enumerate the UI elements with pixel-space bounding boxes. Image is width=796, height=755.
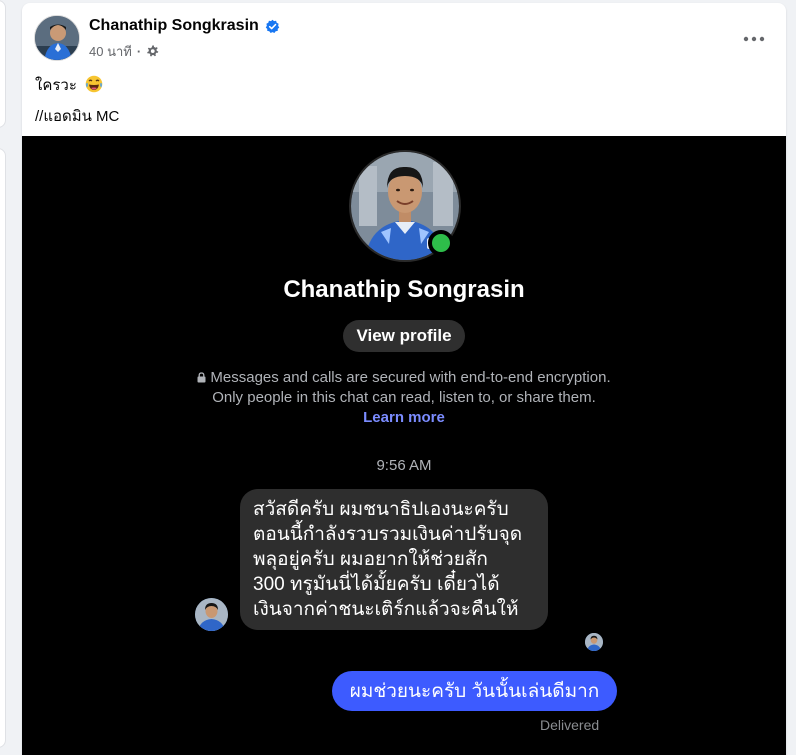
post-timestamp[interactable]: 40 นาที [89, 41, 132, 62]
post-caption-signature: //แอดมิน MC [35, 108, 120, 125]
message-line: พลุอยู่ครับ ผมอยากให้ช่วยสัก [253, 549, 488, 570]
more-options-icon[interactable] [736, 25, 772, 53]
message-timestamp: 9:56 AM [376, 457, 432, 474]
encryption-notice: Messages and calls are secured with end-… [192, 368, 616, 428]
learn-more-link[interactable]: Learn more [363, 409, 445, 426]
left-sidebar-card [0, 0, 6, 128]
message-line: เงินจากค่าชนะเติร์กแล้วจะคืนให้ [253, 599, 519, 620]
message-line: สวัสดีครับ ผมชนาธิปเองนะครับ [253, 499, 509, 520]
post-meta: 40 นาที · [89, 41, 159, 62]
outgoing-message-bubble[interactable]: ผมช่วยนะครับ วันนั้นเล่นดีมาก [332, 671, 617, 711]
incoming-message-bubble[interactable]: สวัสดีครับ ผมชนาธิปเองนะครับ ตอนนี้กำลัง… [240, 489, 548, 630]
laughing-emoji-icon [85, 75, 103, 93]
view-profile-button[interactable]: View profile [343, 320, 465, 352]
left-sidebar-card-lower [0, 148, 6, 748]
author-avatar[interactable] [34, 15, 80, 61]
messenger-screenshot[interactable]: Chanathip Songrasin View profile Message… [22, 136, 786, 755]
post-caption: ใครวะ [35, 73, 103, 97]
delivery-status: Delivered [540, 717, 600, 733]
chat-contact-name: Chanathip Songrasin [283, 276, 525, 303]
sender-avatar [195, 598, 228, 631]
post-header: Chanathip Songkrasin [89, 17, 280, 35]
author-name[interactable]: Chanathip Songkrasin [89, 17, 259, 35]
post-caption-text: ใครวะ [35, 77, 77, 94]
meta-separator: · [136, 44, 142, 59]
facebook-post: Chanathip Songkrasin 40 นาที · ใครวะ //แ… [22, 3, 786, 755]
message-line: ตอนนี้กำลังรวบรวมเงินค่าปรับจุด [253, 524, 523, 545]
lock-icon [197, 369, 206, 383]
verified-badge-icon [265, 19, 280, 34]
message-line: 300 ทรูมันนี่ได้มั้ยครับ เดี๋ยวได้ [253, 574, 500, 595]
encryption-text: Messages and calls are secured with end-… [210, 369, 611, 406]
seen-receipt-avatar [585, 633, 603, 651]
online-status-dot [428, 230, 454, 256]
gear-icon[interactable] [146, 45, 159, 58]
